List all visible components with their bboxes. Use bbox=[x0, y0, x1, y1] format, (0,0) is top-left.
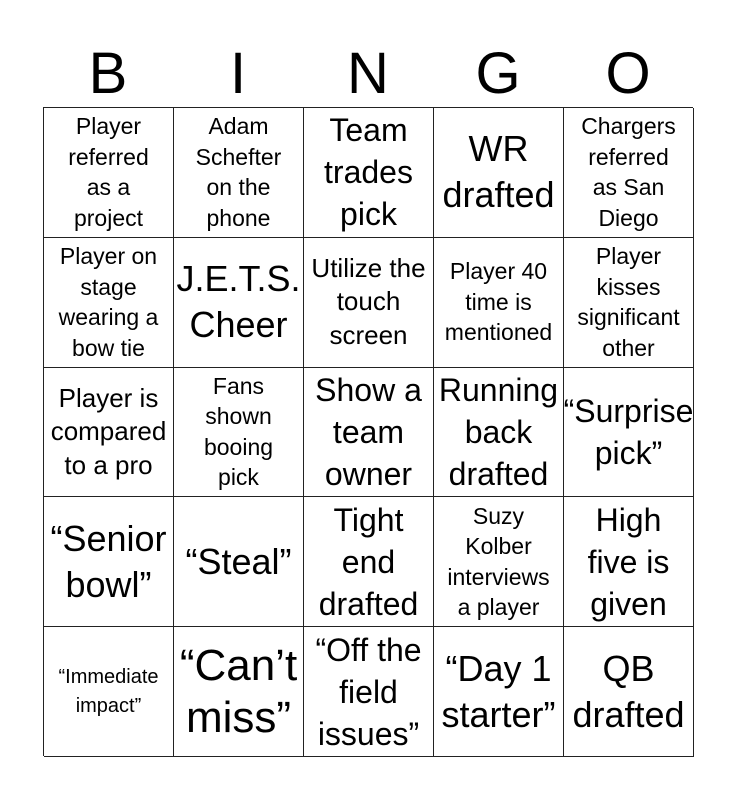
bingo-cell-b-5[interactable]: “Immediate impact” bbox=[44, 627, 174, 757]
bingo-cell-i-3[interactable]: Fans shown booing pick bbox=[174, 367, 304, 498]
bingo-cell-b-1[interactable]: Player referred as a project bbox=[44, 108, 174, 238]
bingo-cell-o-4[interactable]: High five is given bbox=[564, 497, 694, 628]
bingo-cell-text: “Senior bowl” bbox=[50, 517, 167, 605]
bingo-cell-n-2[interactable]: Utilize the touch screen bbox=[304, 237, 434, 368]
bingo-cell-g-1[interactable]: WR drafted bbox=[434, 108, 564, 238]
header-letter-n: N bbox=[347, 41, 389, 106]
bingo-cell-text: “Can’t miss” bbox=[179, 640, 298, 742]
header-letter-i: I bbox=[229, 41, 247, 106]
bingo-cell-o-1[interactable]: Chargers referred as San Diego bbox=[564, 108, 694, 238]
bingo-cell-text: QB drafted bbox=[572, 647, 685, 735]
bingo-cell-text: Player is compared to a pro bbox=[50, 382, 167, 480]
bingo-cell-text: Fans shown booing pick bbox=[203, 372, 274, 491]
header-letter-o: O bbox=[605, 41, 651, 106]
bingo-cell-i-4[interactable]: “Steal” bbox=[174, 497, 304, 628]
bingo-cell-text: “Day 1 starter” bbox=[441, 647, 556, 735]
bingo-header: B I N G O bbox=[43, 42, 693, 106]
bingo-cell-text: Running back drafted bbox=[438, 371, 559, 492]
bingo-cell-g-3[interactable]: Running back drafted bbox=[434, 367, 564, 498]
bingo-cell-n-3[interactable]: Show a team owner bbox=[304, 367, 434, 498]
bingo-cell-text: Player on stage wearing a bow tie bbox=[58, 243, 159, 361]
bingo-cell-text: Chargers referred as San Diego bbox=[581, 113, 676, 231]
bingo-cell-n-5[interactable]: “Off the field issues” bbox=[304, 627, 434, 757]
header-letter-g: G bbox=[475, 41, 521, 106]
bingo-cell-text: Tight end drafted bbox=[318, 501, 419, 622]
bingo-cell-text: Adam Schefter on the phone bbox=[195, 113, 282, 231]
bingo-cell-g-2[interactable]: Player 40 time is mentioned bbox=[434, 237, 564, 368]
bingo-cell-b-2[interactable]: Player on stage wearing a bow tie bbox=[44, 237, 174, 368]
bingo-cell-o-3[interactable]: “Surprise pick” bbox=[564, 367, 694, 498]
bingo-cell-n-4[interactable]: Tight end drafted bbox=[304, 497, 434, 628]
bingo-cell-text: Team trades pick bbox=[324, 112, 413, 233]
bingo-cell-text: Suzy Kolber interviews a player bbox=[447, 502, 550, 621]
bingo-cell-g-5[interactable]: “Day 1 starter” bbox=[434, 627, 564, 757]
bingo-cell-text: Player referred as a project bbox=[68, 113, 149, 231]
bingo-cell-text: Show a team owner bbox=[315, 371, 422, 492]
bingo-card-grid: Player referred as a project Adam Schefte… bbox=[43, 107, 694, 757]
bingo-cell-text: “Surprise pick” bbox=[564, 392, 694, 471]
bingo-cell-b-4[interactable]: “Senior bowl” bbox=[44, 497, 174, 628]
bingo-cell-text: “Immediate impact” bbox=[58, 665, 159, 717]
bingo-cell-o-5[interactable]: QB drafted bbox=[564, 627, 694, 757]
bingo-cell-i-2[interactable]: J.E.T.S. Cheer bbox=[174, 237, 304, 368]
bingo-cell-text: High five is given bbox=[587, 501, 670, 622]
bingo-cell-n-1[interactable]: Team trades pick bbox=[304, 108, 434, 238]
bingo-cell-text: Player 40 time is mentioned bbox=[444, 258, 553, 346]
bingo-cell-b-3[interactable]: Player is compared to a pro bbox=[44, 367, 174, 498]
bingo-cell-o-2[interactable]: Player kisses significant other bbox=[564, 237, 694, 368]
bingo-cell-text: Player kisses significant other bbox=[577, 243, 680, 361]
bingo-cell-i-1[interactable]: Adam Schefter on the phone bbox=[174, 108, 304, 238]
bingo-cell-text: “Steal” bbox=[185, 540, 292, 582]
bingo-cell-i-5[interactable]: “Can’t miss” bbox=[174, 627, 304, 757]
bingo-cell-text: WR drafted bbox=[442, 128, 555, 216]
bingo-cell-text: J.E.T.S. Cheer bbox=[176, 258, 301, 346]
bingo-cell-text: Utilize the touch screen bbox=[311, 252, 426, 350]
header-letter-b: B bbox=[88, 41, 128, 106]
bingo-cell-text: “Off the field issues” bbox=[315, 631, 422, 752]
bingo-cell-g-4[interactable]: Suzy Kolber interviews a player bbox=[434, 497, 564, 628]
